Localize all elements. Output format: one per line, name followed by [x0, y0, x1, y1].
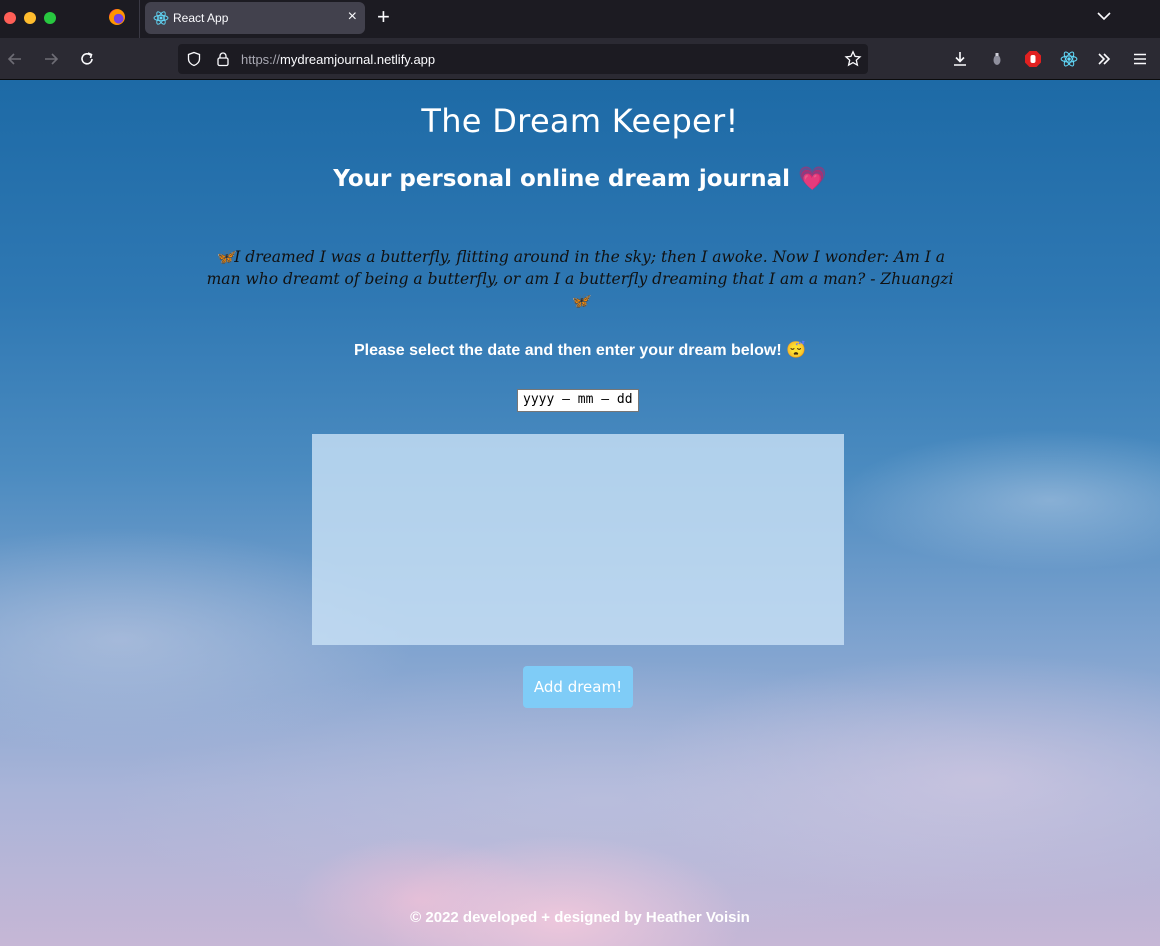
tab-react-app[interactable]: React App ×	[145, 2, 365, 34]
hamburger-menu-icon	[1134, 53, 1146, 65]
window-close-button[interactable]	[4, 12, 16, 24]
reload-button[interactable]	[77, 49, 97, 69]
url-text[interactable]: https://mydreamjournal.netlify.app	[241, 52, 435, 67]
adblock-extension-button[interactable]	[1024, 50, 1042, 68]
react-devtools-button[interactable]	[1060, 50, 1078, 68]
zhuangzi-quote: 🦋I dreamed I was a butterfly, flitting a…	[206, 248, 954, 310]
forward-button[interactable]	[41, 49, 61, 69]
double-chevron-right-icon	[1098, 53, 1111, 65]
dream-textarea[interactable]	[312, 434, 844, 645]
tab-bar: React App × +	[0, 0, 1160, 38]
react-icon	[1060, 51, 1078, 67]
more-tools-button[interactable]	[1095, 50, 1113, 68]
footer-credit: © 2022 developed + designed by Heather V…	[410, 909, 750, 926]
address-bar[interactable]: https://mydreamjournal.netlify.app	[178, 44, 868, 74]
add-dream-button[interactable]: Add dream!	[523, 666, 633, 708]
date-input[interactable]: yyyy – mm – dd	[517, 389, 639, 412]
url-host: mydreamjournal.netlify.app	[280, 52, 436, 67]
chevron-down-icon[interactable]	[1096, 8, 1112, 24]
extension-button[interactable]	[988, 50, 1006, 68]
menu-button[interactable]	[1131, 50, 1149, 68]
navigation-toolbar: https://mydreamjournal.netlify.app	[0, 38, 1160, 80]
download-icon	[954, 52, 966, 66]
tab-close-icon[interactable]: ×	[348, 8, 357, 26]
page-content: The Dream Keeper! Your personal online d…	[0, 80, 1160, 946]
window-maximize-button[interactable]	[44, 12, 56, 24]
extension-pin-icon	[993, 53, 1001, 65]
arrow-right-icon	[45, 53, 59, 65]
downloads-button[interactable]	[951, 50, 969, 68]
tab-divider	[139, 0, 140, 38]
page-subtitle: Your personal online dream journal 💗	[333, 166, 827, 192]
window-minimize-button[interactable]	[24, 12, 36, 24]
page-title: The Dream Keeper!	[421, 102, 739, 140]
url-protocol: https://	[241, 52, 281, 67]
new-tab-button[interactable]: +	[377, 6, 390, 28]
lock-icon[interactable]	[215, 51, 231, 67]
shield-icon[interactable]	[186, 51, 202, 67]
date-prompt: Please select the date and then enter yo…	[353, 342, 807, 359]
arrow-left-icon	[7, 53, 21, 65]
stop-hand-icon	[1025, 51, 1041, 67]
reload-icon	[81, 52, 93, 65]
tab-title: React App	[173, 11, 229, 25]
bookmark-star-icon[interactable]	[844, 50, 862, 68]
react-icon	[153, 11, 169, 25]
firefox-logo-icon[interactable]	[109, 9, 125, 25]
back-button[interactable]	[5, 49, 25, 69]
